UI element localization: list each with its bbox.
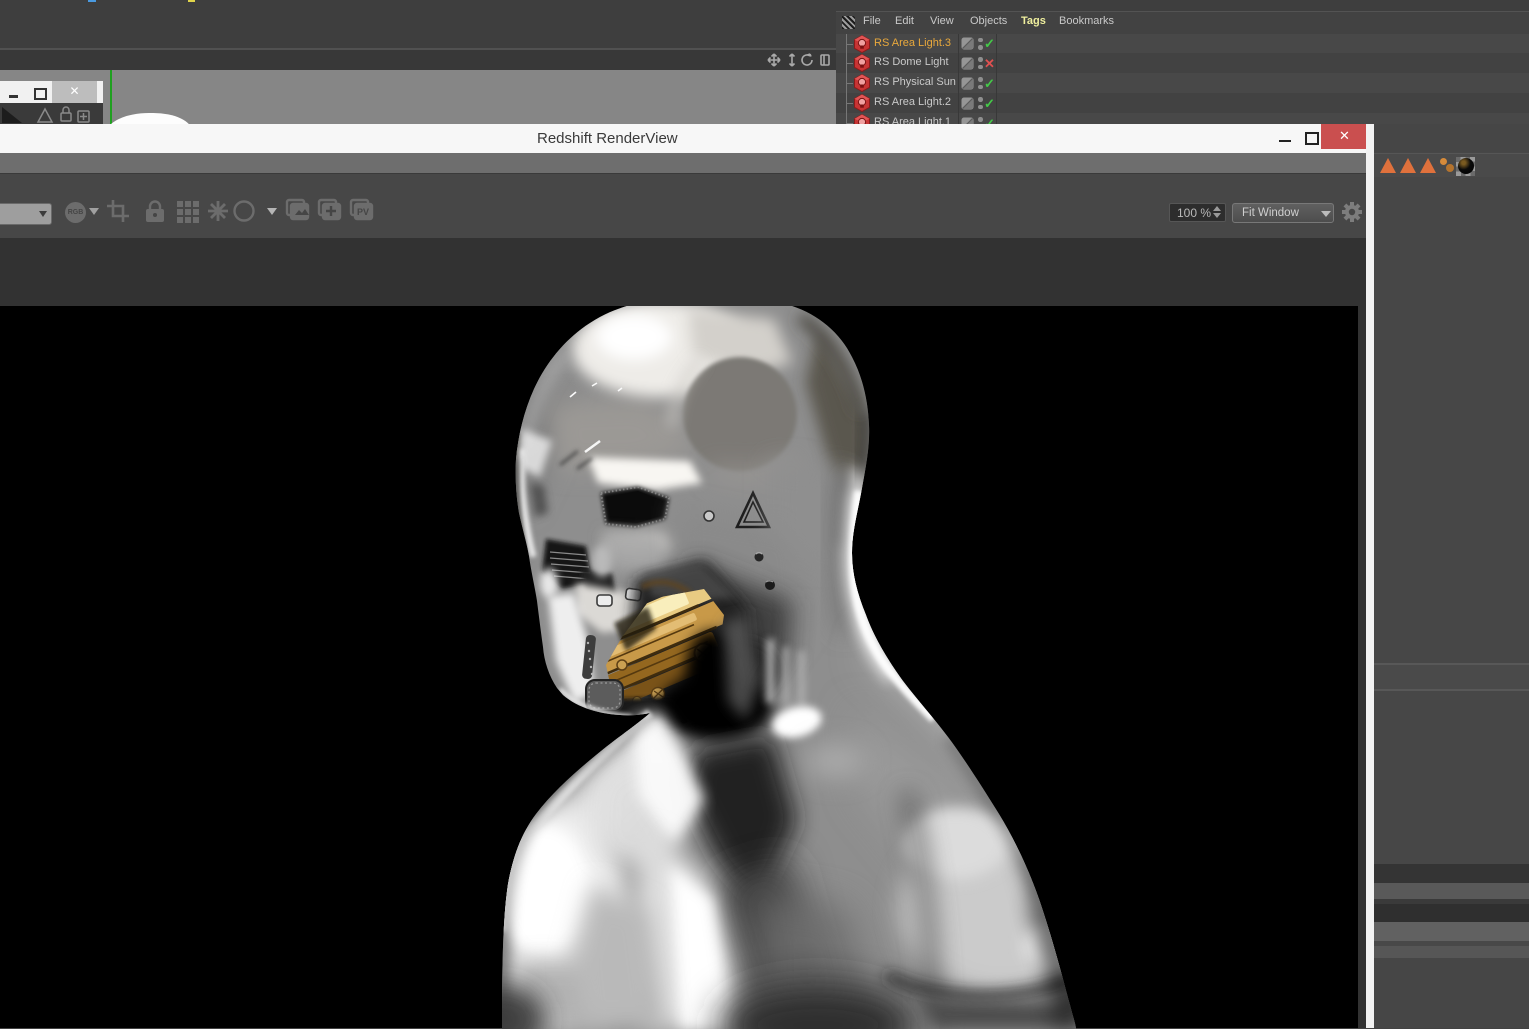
svg-text:PV: PV xyxy=(357,207,369,217)
